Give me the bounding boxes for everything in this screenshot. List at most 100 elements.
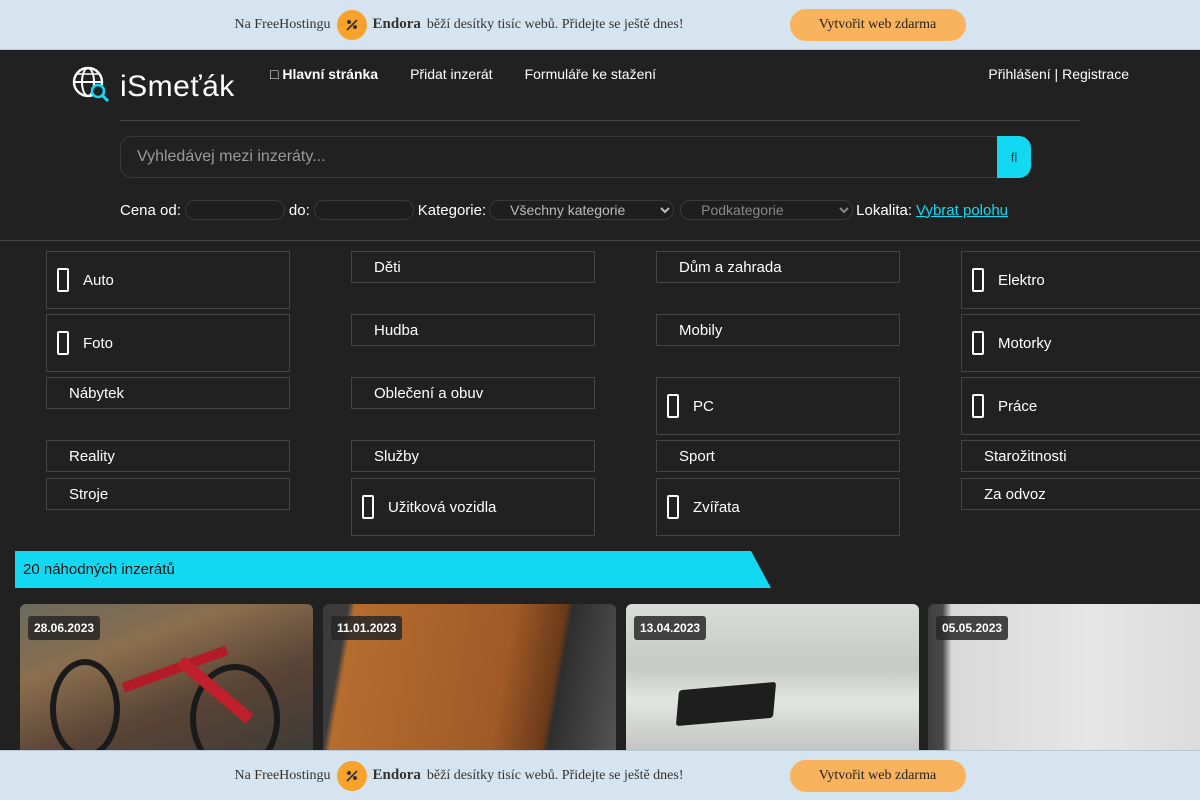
search-icon: fl <box>1010 149 1018 165</box>
category-label: Služby <box>374 447 420 465</box>
category-label: Práce <box>998 397 1038 415</box>
search-button[interactable]: fl <box>997 136 1031 178</box>
nav-home[interactable]: □ Hlavní stránka <box>270 66 378 82</box>
category-auto[interactable]: Auto <box>46 251 290 309</box>
category-sluzby[interactable]: Služby <box>351 440 595 472</box>
create-web-button[interactable]: Vytvořit web zdarma <box>789 759 966 792</box>
category-deti[interactable]: Děti <box>351 251 595 283</box>
computer-icon <box>667 394 679 418</box>
filter-row: Cena od: do: Kategorie: Všechny kategori… <box>120 200 1008 220</box>
category-label: Děti <box>374 258 401 276</box>
auth-links: Přihlášení | Registrace <box>988 66 1129 82</box>
category-label: Auto <box>83 271 114 289</box>
listing-date-badge: 13.04.2023 <box>634 616 707 640</box>
category-label: Starožitnosti <box>984 447 1067 465</box>
price-from-input[interactable] <box>184 200 285 220</box>
category-za-odvoz[interactable]: Za odvoz <box>961 478 1200 510</box>
plug-icon <box>972 268 984 292</box>
category-label: Užitková vozidla <box>388 498 497 516</box>
listing-card[interactable]: 28.06.2023 <box>20 604 313 764</box>
auth-separator: | <box>1050 66 1063 82</box>
category-label: Kategorie: <box>417 201 487 219</box>
category-zvirata[interactable]: Zvířata <box>656 478 900 536</box>
login-link[interactable]: Přihlášení <box>988 66 1050 82</box>
register-link[interactable]: Registrace <box>1062 66 1129 82</box>
category-mobily[interactable]: Mobily <box>656 314 900 346</box>
price-to-input[interactable] <box>313 200 414 220</box>
category-label: Mobily <box>679 321 723 339</box>
random-listings-heading: 20 náhodných inzerátů <box>15 551 771 588</box>
category-label: Zvířata <box>693 498 740 516</box>
category-uzitkova-vozidla[interactable]: Užitková vozidla <box>351 478 595 536</box>
motorcycle-icon <box>972 331 984 355</box>
promo-pre-text: Na FreeHostingu <box>234 16 331 32</box>
listing-photo-detail <box>50 659 120 759</box>
main-nav: □ Hlavní stránka Přidat inzerát Formulář… <box>270 66 688 82</box>
price-from-label: Cena od: <box>120 201 181 219</box>
promo-brand: Endora <box>372 767 421 783</box>
endora-logo-icon <box>336 9 367 40</box>
category-select[interactable]: Všechny kategorie <box>489 200 675 220</box>
category-pc[interactable]: PC <box>656 377 900 435</box>
header-divider <box>120 120 1080 121</box>
nav-forms[interactable]: Formuláře ke stažení <box>525 66 657 82</box>
logo-text: iSmeťák <box>120 69 235 103</box>
search-bar: fl <box>120 136 1031 178</box>
category-dum-a-zahrada[interactable]: Dům a zahrada <box>656 251 900 283</box>
category-label: PC <box>693 397 714 415</box>
category-motorky[interactable]: Motorky <box>961 314 1200 372</box>
nav-home-label: Hlavní stránka <box>282 66 379 82</box>
briefcase-icon <box>972 394 984 418</box>
price-to-label: do: <box>288 201 310 219</box>
category-label: Foto <box>83 334 114 352</box>
listing-card[interactable]: 13.04.2023 <box>626 604 919 764</box>
search-input[interactable] <box>120 136 997 178</box>
listing-date-badge: 11.01.2023 <box>331 616 403 640</box>
endora-logo-icon <box>336 760 367 791</box>
category-label: Za odvoz <box>984 485 1046 503</box>
freehosting-promo-top: Na FreeHostingu Endora běží desítky tisí… <box>0 0 1200 50</box>
category-starozitnosti[interactable]: Starožitnosti <box>961 440 1200 472</box>
category-sport[interactable]: Sport <box>656 440 900 472</box>
category-label: Motorky <box>998 334 1052 352</box>
header-bottom-line <box>0 240 1200 241</box>
subcategory-select[interactable]: Podkategorie <box>680 200 854 220</box>
site-logo[interactable]: iSmeťák <box>72 66 235 107</box>
location-label: Lokalita: <box>856 201 913 219</box>
category-nabytek[interactable]: Nábytek <box>46 377 290 409</box>
nav-add-listing[interactable]: Přidat inzerát <box>410 66 492 82</box>
listing-date-badge: 05.05.2023 <box>936 616 1009 640</box>
car-icon <box>57 268 69 292</box>
home-icon: □ <box>270 66 279 82</box>
paw-icon <box>667 495 679 519</box>
category-label: Oblečení a obuv <box>374 384 484 402</box>
category-hudba[interactable]: Hudba <box>351 314 595 346</box>
category-label: Elektro <box>998 271 1045 289</box>
promo-post-text: běží desítky tisíc webů. Přidejte se ješ… <box>426 16 684 32</box>
category-elektro[interactable]: Elektro <box>961 251 1200 309</box>
category-label: Stroje <box>69 485 109 503</box>
choose-location-link[interactable]: Vybrat polohu <box>916 202 1008 219</box>
listing-photo-detail <box>675 681 777 727</box>
category-foto[interactable]: Foto <box>46 314 290 372</box>
promo-pre-text: Na FreeHostingu <box>234 767 331 783</box>
category-label: Dům a zahrada <box>679 258 782 276</box>
category-stroje[interactable]: Stroje <box>46 478 290 510</box>
listing-card[interactable]: 05.05.2023 <box>928 604 1200 764</box>
category-label: Reality <box>69 447 115 465</box>
globe-search-icon <box>72 66 110 107</box>
category-obleceni-a-obuv[interactable]: Oblečení a obuv <box>351 377 595 409</box>
listing-date-badge: 28.06.2023 <box>28 616 101 640</box>
category-prace[interactable]: Práce <box>961 377 1200 435</box>
promo-brand: Endora <box>372 16 421 32</box>
camera-icon <box>57 331 69 355</box>
category-label: Hudba <box>374 321 419 339</box>
category-label: Nábytek <box>69 384 125 402</box>
category-label: Sport <box>679 447 715 465</box>
create-web-button[interactable]: Vytvořit web zdarma <box>789 8 966 41</box>
freehosting-promo-bottom: Na FreeHostingu Endora běží desítky tisí… <box>0 750 1200 800</box>
truck-icon <box>362 495 374 519</box>
listing-card[interactable]: 11.01.2023 <box>323 604 616 764</box>
category-reality[interactable]: Reality <box>46 440 290 472</box>
promo-post-text: běží desítky tisíc webů. Přidejte se ješ… <box>426 767 684 783</box>
